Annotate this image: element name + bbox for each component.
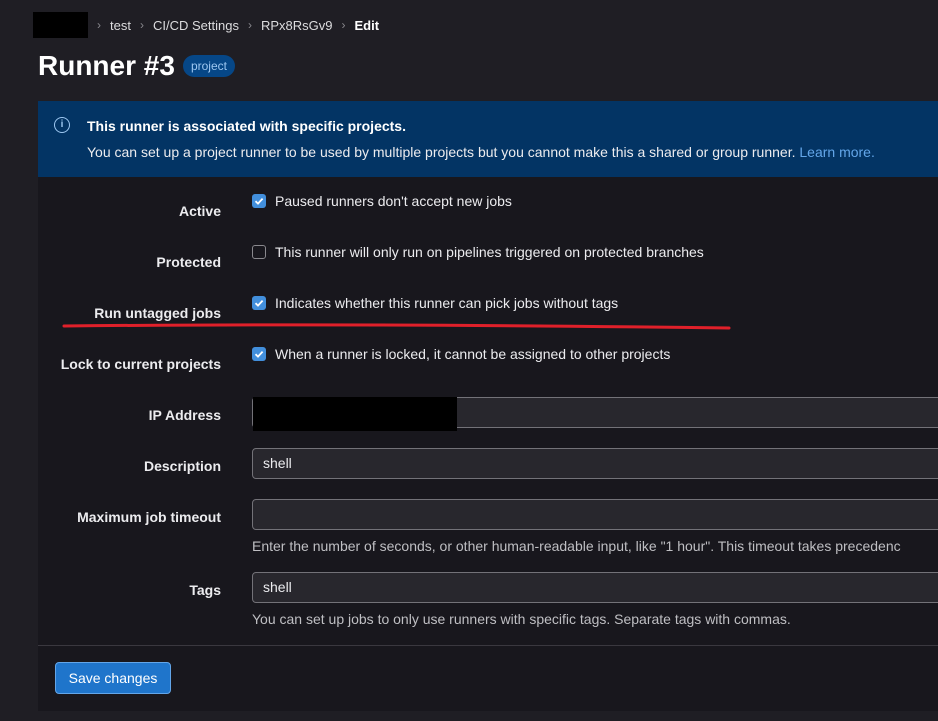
info-alert: i This runner is associated with specifi… — [38, 101, 938, 177]
tags-label: Tags — [189, 582, 221, 598]
check-icon — [254, 299, 264, 307]
run-untagged-option[interactable]: Indicates whether this runner can pick j… — [252, 295, 618, 311]
alert-body-text: You can set up a project runner to be us… — [87, 144, 796, 160]
alert-title: This runner is associated with specific … — [87, 118, 406, 134]
timeout-help-text: Enter the number of seconds, or other hu… — [252, 538, 901, 554]
title-row: Runner #3 project — [38, 50, 235, 82]
form-footer-divider — [38, 645, 938, 646]
locked-checkbox-text: When a runner is locked, it cannot be as… — [275, 346, 671, 362]
run-untagged-label: Run untagged jobs — [94, 305, 221, 321]
check-icon — [254, 197, 264, 205]
active-checkbox-text: Paused runners don't accept new jobs — [275, 193, 512, 209]
ip-address-label: IP Address — [148, 407, 221, 423]
description-field[interactable]: shell — [252, 448, 938, 479]
protected-checkbox[interactable] — [252, 245, 266, 259]
breadcrumb-item-cicd-settings[interactable]: CI/CD Settings — [153, 18, 239, 33]
check-icon — [254, 350, 264, 358]
timeout-field[interactable] — [252, 499, 938, 530]
protected-label: Protected — [156, 254, 221, 270]
info-icon: i — [54, 117, 70, 133]
runner-type-badge: project — [182, 55, 235, 77]
locked-checkbox[interactable] — [252, 347, 266, 361]
locked-option[interactable]: When a runner is locked, it cannot be as… — [252, 346, 670, 362]
save-changes-button[interactable]: Save changes — [55, 662, 171, 694]
timeout-label: Maximum job timeout — [77, 509, 221, 525]
breadcrumb-item-current: Edit — [354, 17, 380, 33]
locked-label: Lock to current projects — [60, 356, 221, 372]
page-title: Runner #3 — [38, 50, 175, 81]
breadcrumb-item-runner-token[interactable]: RPx8RsGv9 — [261, 18, 333, 33]
tags-field[interactable]: shell — [252, 572, 938, 603]
alert-body: You can set up a project runner to be us… — [87, 144, 875, 160]
chevron-right-icon: › — [247, 18, 252, 32]
run-untagged-checkbox-text: Indicates whether this runner can pick j… — [275, 295, 619, 311]
redacted-group-crumb — [33, 12, 88, 38]
description-label: Description — [143, 458, 221, 474]
breadcrumb-item-project[interactable]: test — [110, 18, 131, 33]
protected-checkbox-text: This runner will only run on pipelines t… — [275, 244, 704, 260]
chevron-right-icon: › — [97, 18, 101, 32]
learn-more-link[interactable]: Learn more. — [799, 144, 874, 160]
active-option[interactable]: Paused runners don't accept new jobs — [252, 193, 512, 209]
protected-option[interactable]: This runner will only run on pipelines t… — [252, 244, 704, 260]
active-checkbox[interactable] — [252, 194, 266, 208]
redacted-ip-address — [253, 397, 457, 431]
chevron-right-icon: › — [139, 18, 144, 32]
tags-help-text: You can set up jobs to only use runners … — [252, 611, 791, 627]
breadcrumb: › test › CI/CD Settings › RPx8RsGv9 › Ed… — [33, 12, 379, 38]
active-label: Active — [178, 203, 221, 219]
chevron-right-icon: › — [341, 18, 346, 32]
run-untagged-checkbox[interactable] — [252, 296, 266, 310]
